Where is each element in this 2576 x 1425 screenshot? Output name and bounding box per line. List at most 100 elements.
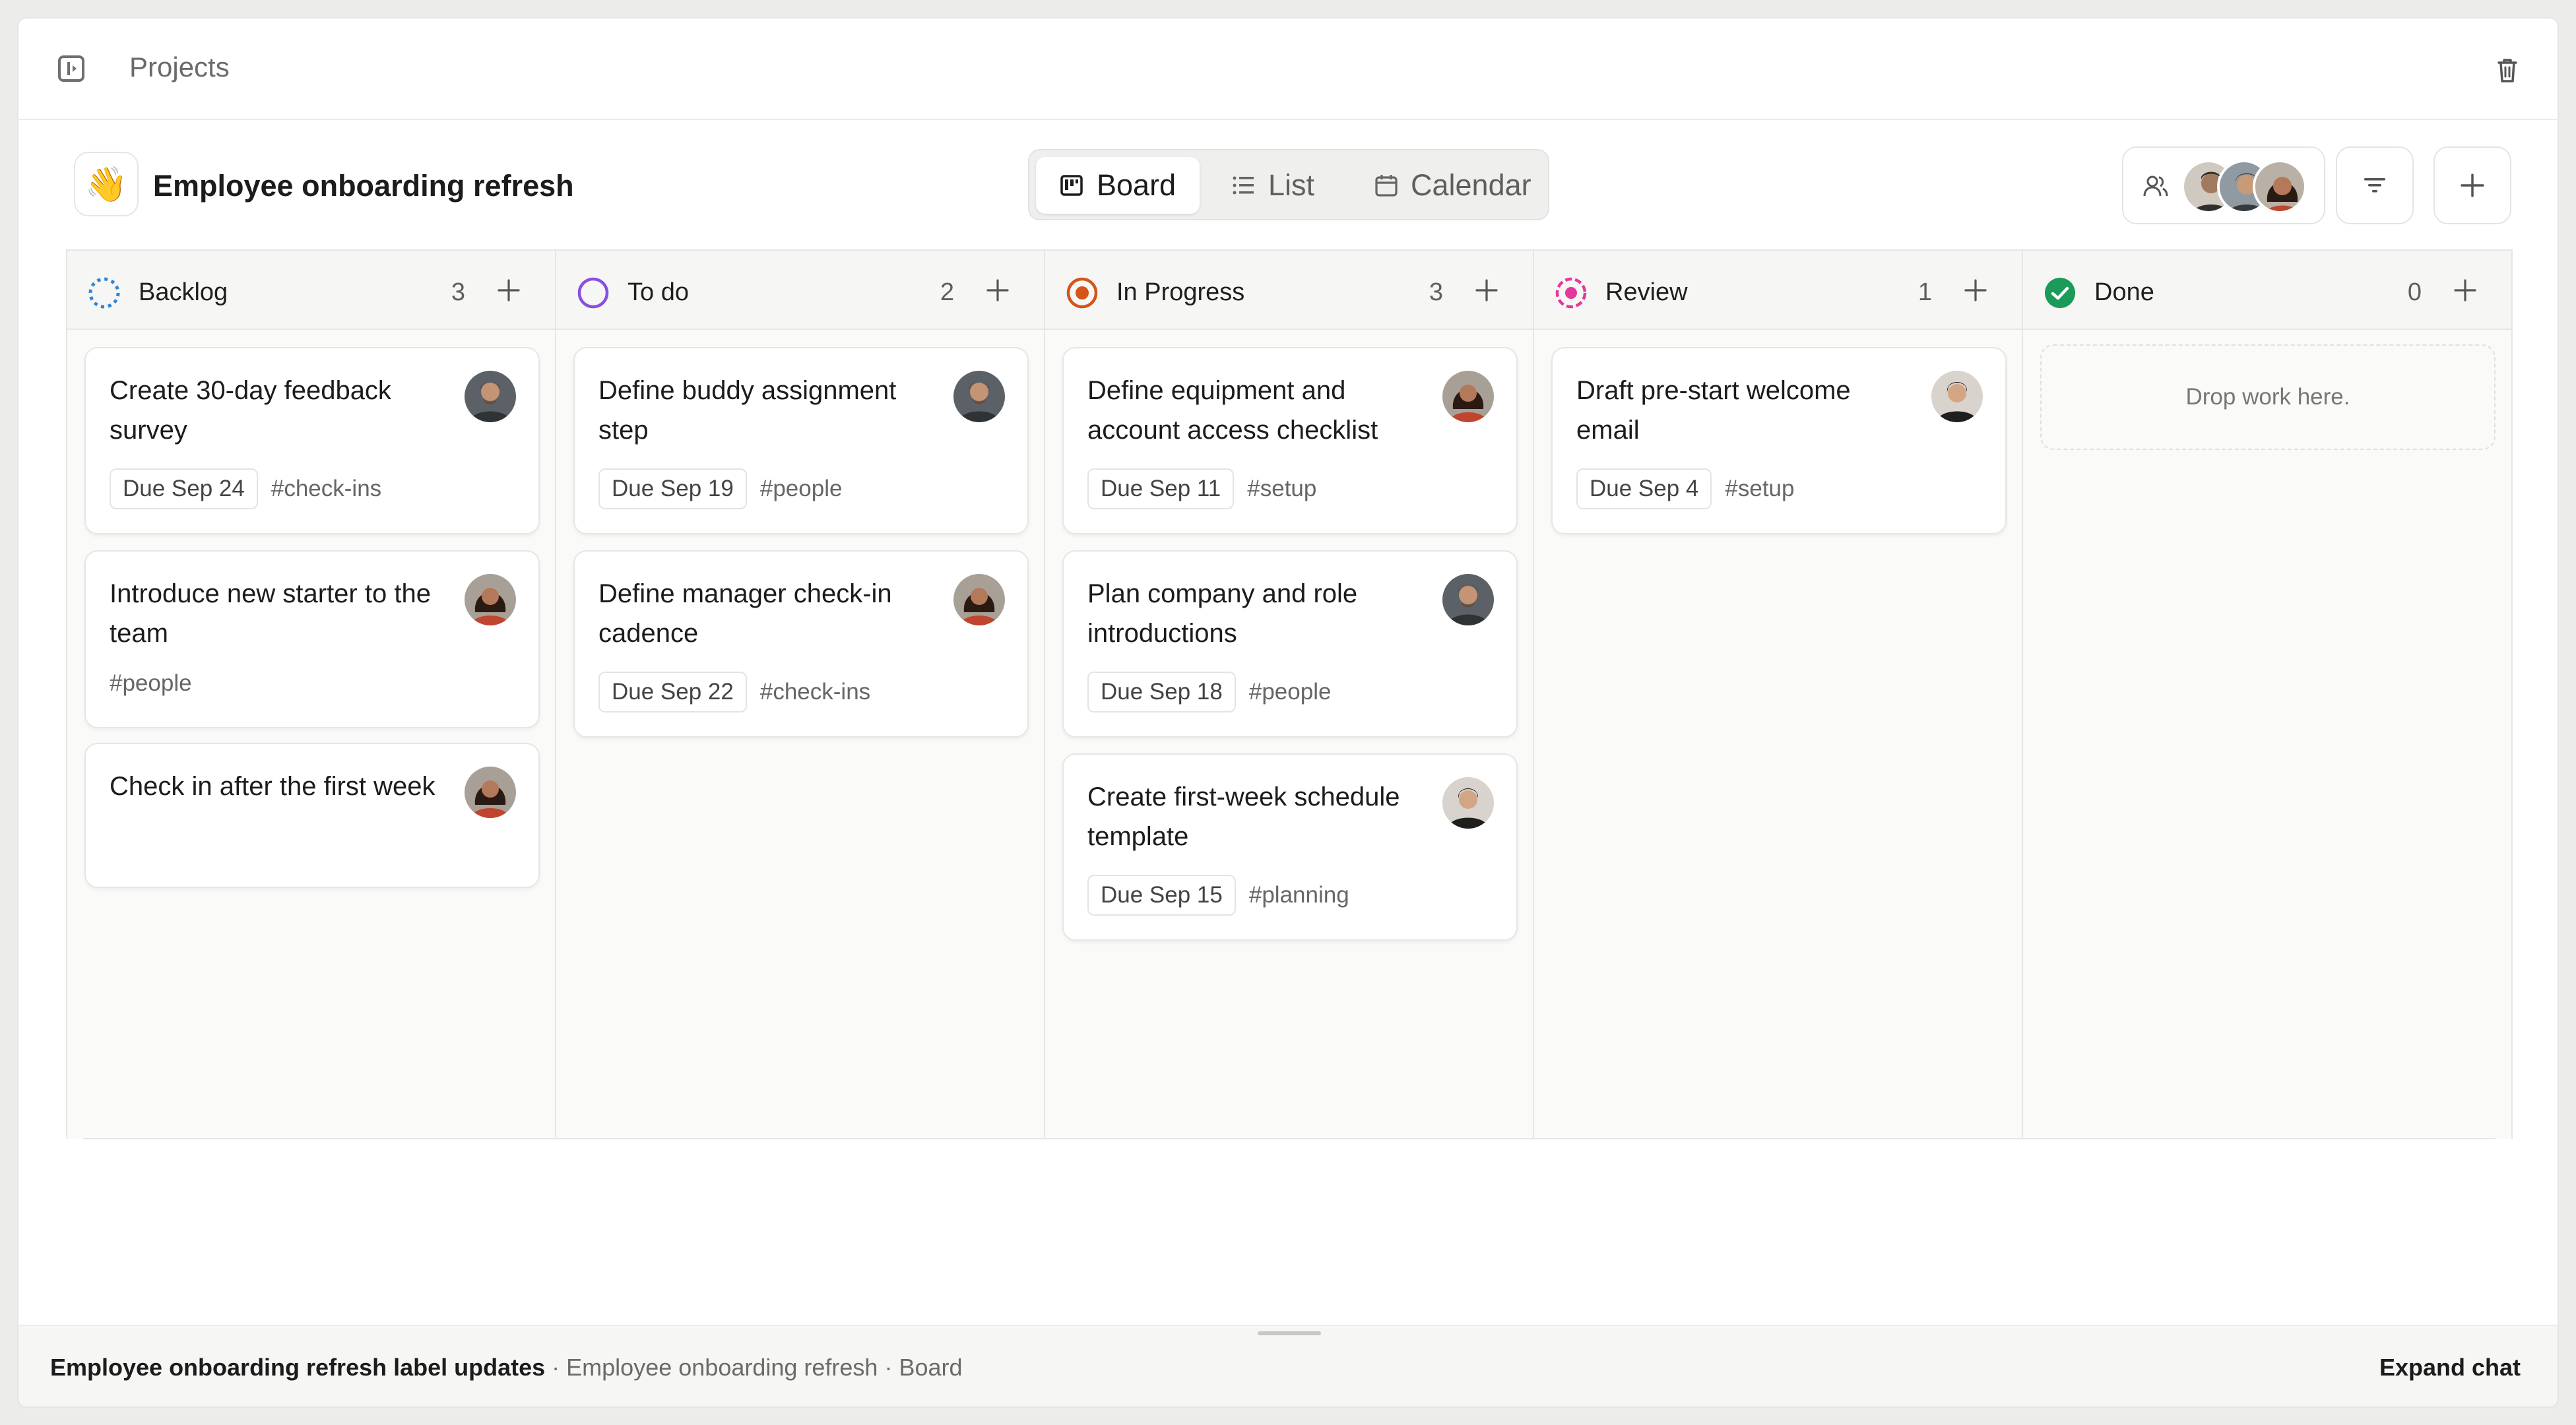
column-header: Review 1 — [1534, 251, 2022, 330]
task-card[interactable]: Create first-week schedule template Due … — [1062, 753, 1518, 941]
card-title: Define manager check-in cadence — [598, 579, 892, 648]
column-title: Backlog — [139, 278, 228, 306]
assignee-avatar — [953, 574, 1005, 625]
due-date: Due Sep 19 — [598, 468, 747, 509]
column-header: Done 0 — [2023, 251, 2511, 330]
column-count: 3 — [451, 278, 465, 306]
filter-button[interactable] — [2336, 146, 2414, 224]
chat-bar: Employee onboarding refresh label update… — [18, 1325, 2558, 1407]
tab-calendar-label: Calendar — [1411, 168, 1531, 202]
add-card-icon[interactable] — [2453, 278, 2477, 302]
assignee-avatar — [1442, 574, 1494, 625]
due-date: Due Sep 11 — [1087, 468, 1235, 509]
breadcrumb[interactable]: Projects — [129, 51, 230, 83]
card-title: Draft pre-start welcome email — [1576, 376, 1851, 445]
task-card[interactable]: Create 30-day feedback survey Due Sep 24… — [84, 347, 540, 534]
chat-title: Employee onboarding refresh label update… — [50, 1354, 546, 1381]
add-button[interactable] — [2433, 146, 2511, 224]
due-date: Due Sep 18 — [1087, 672, 1236, 712]
card-tag[interactable]: #setup — [1725, 476, 1794, 502]
add-card-icon[interactable] — [1964, 278, 1987, 302]
backlog-status-icon — [88, 277, 120, 309]
chat-summary[interactable]: Employee onboarding refresh label update… — [50, 1354, 963, 1381]
filter-icon — [2364, 178, 2385, 193]
column-count: 1 — [1917, 278, 1932, 306]
card-tag[interactable]: #check-ins — [271, 476, 381, 502]
card-meta: Due Sep 4 #setup — [1576, 468, 1795, 509]
task-card[interactable]: Check in after the first week — [84, 743, 540, 888]
card-meta: Due Sep 11 #setup — [1087, 468, 1316, 509]
expand-chat-button[interactable]: Expand chat — [2379, 1354, 2521, 1381]
due-date: Due Sep 15 — [1087, 875, 1236, 916]
done-check-icon — [2045, 278, 2075, 308]
card-title: Define equipment and account access chec… — [1087, 376, 1378, 445]
view-switcher: Board List Calendar — [1028, 149, 1549, 220]
task-card[interactable]: Define manager check-in cadence Due Sep … — [573, 550, 1029, 738]
card-meta: Due Sep 18 #people — [1087, 672, 1331, 712]
card-meta: Due Sep 15 #planning — [1087, 875, 1349, 916]
list-icon — [1233, 176, 1254, 195]
project-emoji[interactable]: 👋 — [74, 152, 139, 216]
kanban-board: Backlog 3 Create 30-day feedback survey … — [66, 249, 2513, 1139]
due-date: Due Sep 4 — [1576, 468, 1712, 509]
card-meta: Due Sep 19 #people — [598, 468, 842, 509]
due-date: Due Sep 22 — [598, 672, 747, 712]
review-status-icon — [1555, 277, 1587, 309]
members-button[interactable] — [2122, 146, 2325, 224]
tab-list[interactable]: List — [1209, 157, 1338, 214]
plus-icon — [2461, 174, 2484, 197]
column-title: In Progress — [1116, 278, 1245, 306]
calendar-icon — [1375, 175, 1398, 197]
assignee-avatar — [465, 574, 516, 625]
column-review: Review 1 Draft pre-start welcome email D… — [1534, 251, 2023, 1139]
card-tag[interactable]: #check-ins — [760, 679, 870, 705]
column-count: 0 — [2407, 278, 2422, 306]
sidebar-toggle-icon[interactable] — [58, 55, 84, 82]
assignee-avatar — [1442, 371, 1494, 422]
assignee-avatar — [465, 371, 516, 422]
column-title: Review — [1605, 278, 1688, 306]
card-tag[interactable]: #planning — [1249, 882, 1349, 908]
column-to-do: To do 2 Define buddy assignment step Due… — [556, 251, 1045, 1139]
avatar — [2253, 160, 2307, 214]
card-title: Introduce new starter to the team — [110, 579, 431, 648]
task-card[interactable]: Draft pre-start welcome email Due Sep 4 … — [1551, 347, 2007, 534]
column-title: To do — [628, 278, 689, 306]
card-tag[interactable]: #setup — [1247, 476, 1316, 502]
assignee-avatar — [1442, 777, 1494, 829]
task-card[interactable]: Define equipment and account access chec… — [1062, 347, 1518, 534]
task-card[interactable]: Introduce new starter to the team #peopl… — [84, 550, 540, 728]
resize-grip[interactable] — [1258, 1331, 1321, 1335]
board-divider — [83, 1138, 2496, 1139]
card-meta: Due Sep 24 #check-ins — [110, 468, 381, 509]
top-bar: Projects — [18, 18, 2558, 120]
tab-calendar[interactable]: Calendar — [1351, 157, 1555, 214]
task-card[interactable]: Plan company and role introductions Due … — [1062, 550, 1518, 738]
assignee-avatar — [465, 767, 516, 818]
column-count: 3 — [1429, 278, 1443, 306]
column-done: Done 0 Drop work here. — [2023, 251, 2513, 1139]
card-title: Check in after the first week — [110, 772, 435, 801]
card-meta: #people — [110, 670, 192, 697]
add-card-icon[interactable] — [986, 278, 1010, 302]
card-tag[interactable]: #people — [760, 476, 843, 502]
card-tag[interactable]: #people — [110, 670, 192, 697]
column-in-progress: In Progress 3 Define equipment and accou… — [1045, 251, 1534, 1139]
chat-context: · Employee onboarding refresh · Board — [545, 1354, 963, 1381]
card-tag[interactable]: #people — [1249, 679, 1332, 705]
board-icon — [1060, 175, 1083, 196]
trash-icon[interactable] — [2497, 57, 2518, 83]
tab-board-label: Board — [1097, 168, 1176, 202]
card-title: Define buddy assignment step — [598, 376, 897, 445]
todo-status-icon — [577, 277, 609, 309]
drop-zone[interactable]: Drop work here. — [2040, 344, 2496, 450]
add-card-icon[interactable] — [497, 278, 521, 302]
tab-board[interactable]: Board — [1036, 157, 1200, 214]
column-title: Done — [2094, 278, 2154, 306]
assignee-avatar — [1931, 371, 1983, 422]
tab-list-label: List — [1268, 168, 1315, 202]
add-card-icon[interactable] — [1475, 278, 1498, 302]
task-card[interactable]: Define buddy assignment step Due Sep 19 … — [573, 347, 1029, 534]
project-title: Employee onboarding refresh — [153, 169, 574, 203]
card-meta: Due Sep 22 #check-ins — [598, 672, 870, 712]
